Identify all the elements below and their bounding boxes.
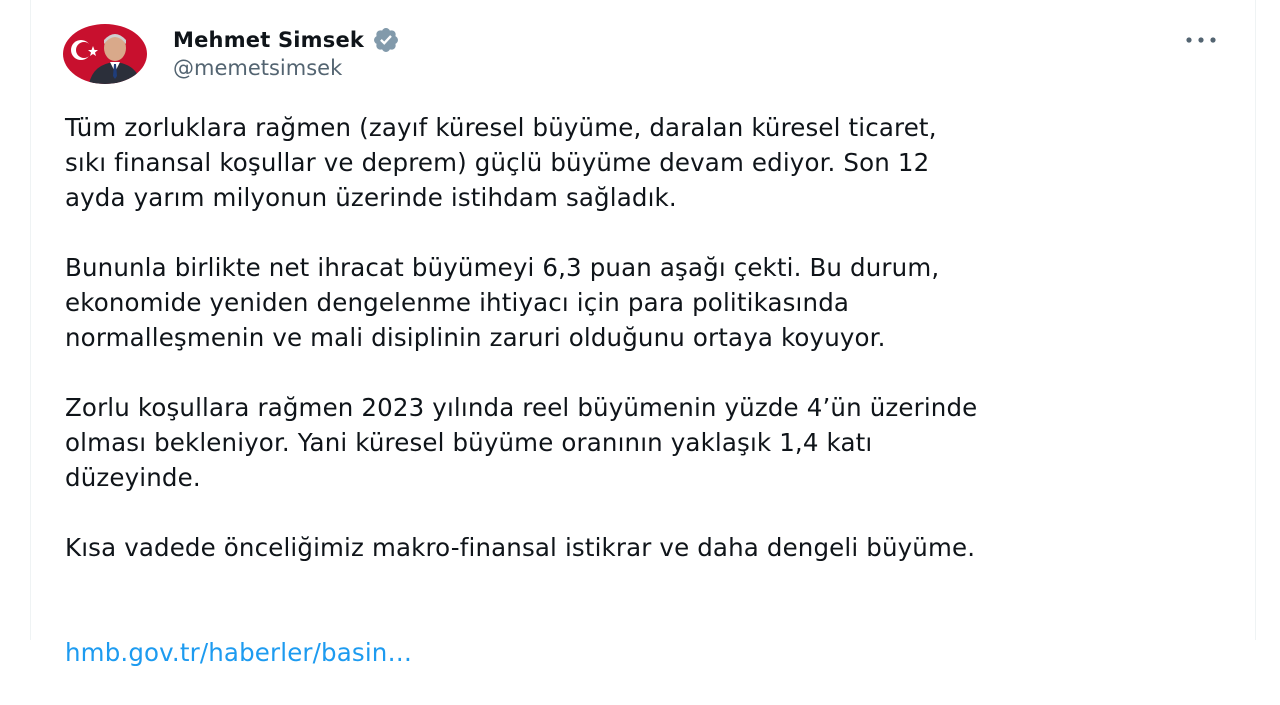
- tweet-paragraph: Bununla birlikte net ihracat büyümeyi 6,…: [65, 253, 940, 352]
- tweet-paragraph: Tüm zorluklara rağmen (zayıf küresel büy…: [65, 113, 937, 212]
- author-name-text[interactable]: Mehmet Simsek: [173, 28, 364, 52]
- more-options-button[interactable]: [1181, 26, 1221, 54]
- tweet-link[interactable]: hmb.gov.tr/haberler/basin…: [65, 638, 412, 667]
- tweet-text: Tüm zorluklara rağmen (zayıf küresel büy…: [65, 110, 1235, 705]
- verified-badge-icon: [372, 26, 400, 54]
- tweet-paragraph: Kısa vadede önceliğimiz makro-finansal i…: [65, 533, 976, 562]
- author-handle[interactable]: @memetsimsek: [173, 56, 342, 80]
- tweet-card: Mehmet Simsek @memetsimsek Tüm zorluklar…: [30, 0, 1256, 667]
- tweet-paragraph: Zorlu koşullara rağmen 2023 yılında reel…: [65, 393, 978, 492]
- avatar[interactable]: [63, 24, 147, 84]
- author-name[interactable]: Mehmet Simsek: [173, 26, 400, 54]
- more-dots-icon: [1186, 37, 1216, 43]
- tweet-link-paragraph: hmb.gov.tr/haberler/basin…: [65, 600, 1235, 670]
